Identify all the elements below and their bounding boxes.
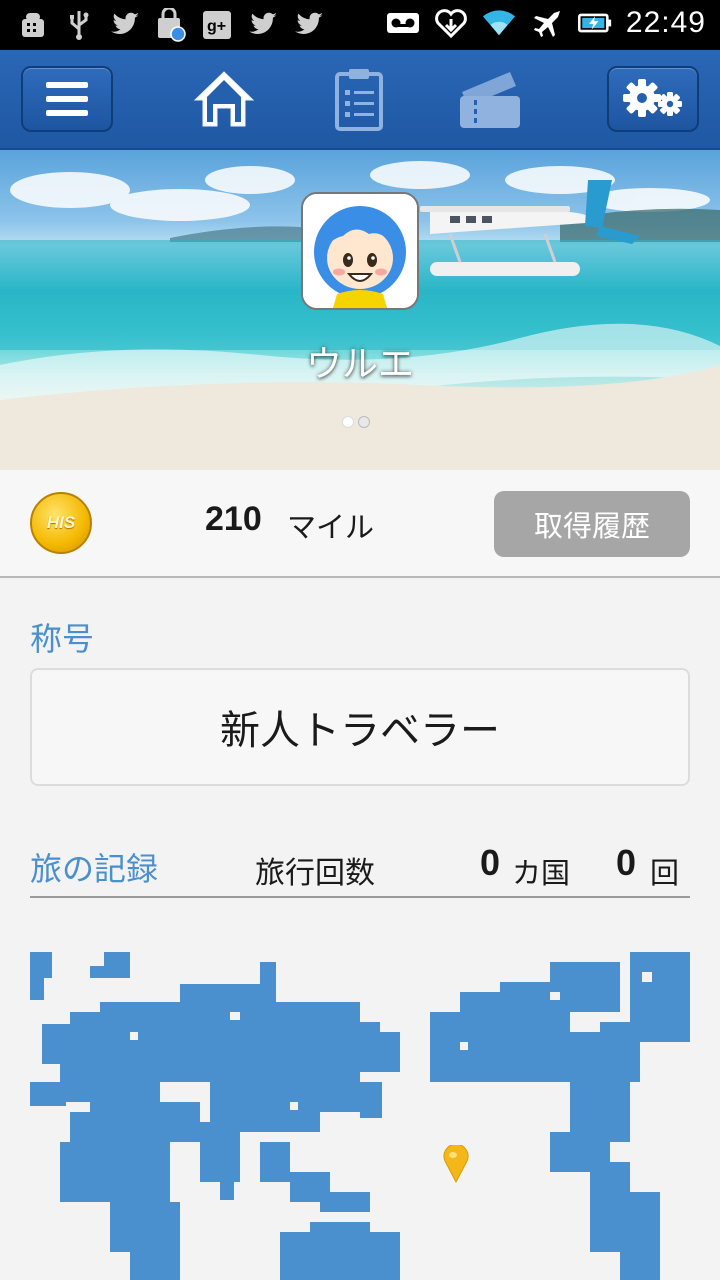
clipboard-icon <box>335 69 383 131</box>
countries-unit: カ国 <box>512 856 571 890</box>
trips-count: 0 <box>616 842 637 883</box>
his-coin-icon: HIS <box>30 492 92 554</box>
twitter-icon <box>108 8 142 42</box>
clock: 22:49 <box>625 6 706 39</box>
avatar[interactable] <box>301 192 419 310</box>
title-value: 新人トラベラー <box>30 668 690 786</box>
settings-icon <box>623 79 682 117</box>
ticket-icon <box>460 72 520 128</box>
battery-charging-icon <box>577 6 612 40</box>
notification-icons: g+ <box>16 8 326 42</box>
system-icons: 22:49 <box>386 6 706 40</box>
home-icon <box>193 71 255 127</box>
twitter-icon <box>246 8 280 42</box>
voicemail-icon <box>386 6 420 40</box>
usb-icon <box>62 8 96 42</box>
tab-tickets[interactable] <box>456 62 526 136</box>
wifi-icon <box>482 6 516 40</box>
miles-section: HIS 210 マイル 取得履歴 <box>0 470 720 578</box>
history-button[interactable]: 取得履歴 <box>494 491 690 557</box>
airplane-mode-icon <box>530 6 564 40</box>
shopping-bag-icon <box>154 8 188 42</box>
avatar-character-icon <box>303 194 417 308</box>
travel-record-header: 旅の記録 旅行回数 0 カ国 0 回 <box>30 830 690 898</box>
location-pin-icon <box>443 1145 469 1183</box>
trips-unit: 回 <box>650 856 680 890</box>
miles-value: 210 <box>205 500 262 538</box>
profile-banner[interactable]: ウルエ <box>0 150 720 470</box>
svg-text:g+: g+ <box>207 18 226 35</box>
heart-download-icon <box>434 6 468 40</box>
menu-button[interactable] <box>21 66 113 132</box>
title-section-label: 称号 <box>30 620 95 658</box>
status-bar: g+ 22:49 <box>0 0 720 50</box>
travel-record-label: 旅の記録 <box>30 850 159 888</box>
android-debug-icon <box>16 8 50 42</box>
miles-unit: マイル <box>287 510 375 544</box>
top-navigation-bar <box>0 50 720 150</box>
carousel-dot <box>342 416 354 428</box>
coin-label: HIS <box>46 513 76 532</box>
twitter-icon <box>292 8 326 42</box>
travel-count-label: 旅行回数 <box>255 856 375 891</box>
carousel-dot <box>358 416 370 428</box>
user-name: ウルエ <box>305 344 414 385</box>
tab-home[interactable] <box>189 62 259 136</box>
menu-icon <box>46 82 88 116</box>
carousel-indicator <box>342 416 370 428</box>
tab-records[interactable] <box>324 62 394 136</box>
world-map[interactable] <box>30 952 690 1280</box>
google-plus-icon: g+ <box>200 8 234 42</box>
settings-button[interactable] <box>607 66 699 132</box>
countries-count: 0 <box>480 842 501 883</box>
